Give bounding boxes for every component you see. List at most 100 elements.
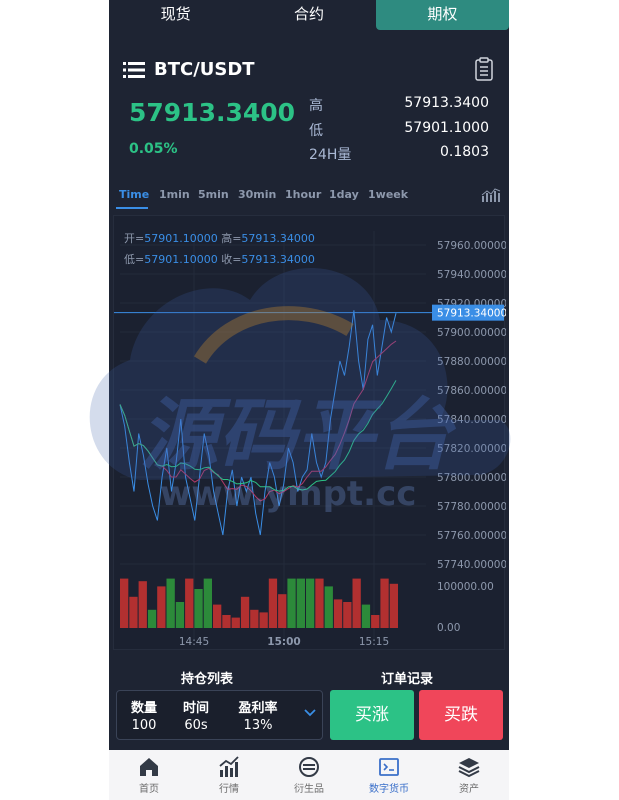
volume-bar (157, 586, 166, 628)
tab-options[interactable]: 期权 (375, 0, 509, 30)
stat-low-value: 57901.1000 (404, 120, 489, 136)
volume-bar (352, 578, 361, 628)
ma-line-2 (119, 380, 397, 492)
volume-bar (231, 617, 240, 628)
price-axis-label: 57960.00000 (437, 240, 506, 252)
volume-bar (315, 578, 324, 628)
price-axis-label: 57780.00000 (437, 501, 506, 513)
legend-high-value: 57913.34000 (241, 232, 315, 245)
nav-digital-currency[interactable]: 数字货币 (349, 750, 429, 800)
volume-axis-label: 0.00 (437, 622, 460, 634)
stat-high-label: 高 (309, 98, 323, 114)
stat-volume-value: 0.1803 (440, 144, 489, 160)
tab-contract[interactable]: 合约 (242, 0, 375, 30)
volume-bar (389, 583, 398, 628)
timeframe-30min[interactable]: 30min (238, 188, 276, 201)
timeframe-bar: Time 1min 5min 30min 1hour 1day 1week (109, 184, 509, 209)
rate-column: 盈利率 13% (229, 697, 287, 733)
nav-assets[interactable]: 资产 (429, 750, 509, 800)
stat-volume-label: 24H量 (309, 147, 352, 163)
time-label: 时间 (182, 701, 209, 716)
buy-up-button[interactable]: 买涨 (330, 690, 414, 740)
volume-bar (240, 596, 250, 628)
price-axis-label: 57940.00000 (437, 269, 506, 281)
last-price: 57913.3400 (129, 98, 296, 127)
price-axis-label: 57820.00000 (437, 443, 506, 455)
nav-home[interactable]: 首页 (109, 750, 189, 800)
volume-bar (268, 578, 278, 628)
time-axis-label: 14:45 (179, 636, 209, 648)
qty-label: 数量 (130, 701, 157, 716)
positions-list-tab[interactable]: 持仓列表 (181, 668, 233, 687)
home-icon (140, 758, 158, 776)
timeframe-time[interactable]: Time (119, 188, 149, 201)
price-axis-label: 57900.00000 (437, 327, 506, 339)
volume-bar (361, 604, 371, 628)
volume-bar (343, 602, 352, 628)
section-headers: 持仓列表 订单记录 (109, 658, 509, 688)
volume-bar (194, 589, 203, 628)
volume-bar (213, 604, 222, 628)
chevron-down-icon[interactable] (303, 708, 317, 718)
list-icon[interactable] (123, 62, 145, 78)
time-axis-label: 15:00 (267, 636, 300, 648)
clipboard-icon[interactable] (473, 57, 495, 81)
layers-icon (458, 758, 480, 778)
volume-bar (147, 609, 157, 628)
derivative-icon (299, 757, 319, 777)
nav-assets-label: 资产 (459, 784, 479, 795)
currency-icon (379, 758, 399, 776)
legend-open-value: 57901.10000 (144, 232, 218, 245)
timeframe-5min[interactable]: 5min (198, 188, 229, 201)
price-axis-label: 57880.00000 (437, 356, 506, 368)
current-price-label: 57913.34000 (437, 308, 506, 320)
order-history-tab[interactable]: 订单记录 (381, 668, 433, 687)
chart-icon (219, 756, 239, 777)
price-change: 0.05% (129, 141, 178, 157)
volume-bar (259, 612, 268, 628)
qty-value: 100 (131, 718, 157, 733)
volume-bar (333, 599, 343, 628)
volume-bar (287, 578, 296, 628)
price-axis-label: 57800.00000 (437, 472, 506, 484)
stat-high-value: 57913.3400 (404, 95, 489, 111)
volume-bar (380, 578, 389, 628)
legend-high-label: 高= (221, 232, 242, 245)
legend-row-2: 低=57901.10000 收=57913.34000 (124, 251, 315, 267)
nav-market[interactable]: 行情 (189, 750, 269, 800)
volume-bar (185, 578, 194, 628)
timeframe-1min[interactable]: 1min (159, 188, 190, 201)
volume-bar (166, 578, 175, 628)
chart-canvas: 57960.0000057940.0000057920.0000057900.0… (114, 231, 506, 648)
legend-close-value: 57913.34000 (241, 253, 315, 266)
bottom-nav: 首页 行情 衍生品 数字货币 资产 (109, 750, 509, 800)
nav-derivatives-label: 衍生品 (294, 784, 324, 795)
legend-row-1: 开=57901.10000 高=57913.34000 (124, 230, 315, 246)
time-value: 60s (184, 718, 208, 733)
rate-label: 盈利率 (238, 701, 278, 716)
timeframe-active-indicator (116, 207, 148, 209)
buy-down-button[interactable]: 买跌 (419, 690, 503, 740)
app-root: 现货 合约 期权 BTC/USDT 57913.3400 0.05% 高 579… (109, 0, 509, 800)
market-tabs: 现货 合约 期权 (109, 0, 509, 30)
volume-bar (175, 602, 185, 628)
tab-spot[interactable]: 现货 (109, 0, 242, 30)
nav-derivatives[interactable]: 衍生品 (269, 750, 349, 800)
chart-type-icon[interactable] (481, 187, 501, 203)
legend-low-value: 57901.10000 (144, 253, 218, 266)
rate-value: 13% (243, 718, 273, 733)
price-axis-label: 57840.00000 (437, 414, 506, 426)
order-settings[interactable]: 数量 100 时间 60s 盈利率 13% (116, 690, 323, 740)
volume-bar (120, 578, 129, 628)
legend-open-label: 开= (124, 232, 145, 245)
qty-column: 数量 100 (123, 697, 165, 733)
timeframe-1hour[interactable]: 1hour (285, 188, 321, 201)
volume-bar (138, 581, 147, 628)
timeframe-1week[interactable]: 1week (368, 188, 408, 201)
time-column: 时间 60s (175, 697, 217, 733)
price-axis-label: 57860.00000 (437, 385, 506, 397)
volume-bar (222, 615, 231, 628)
legend-low-label: 低= (124, 253, 145, 266)
price-chart[interactable]: 57960.00000 57940.00000 57920.00000 57900.0… (113, 215, 506, 650)
timeframe-1day[interactable]: 1day (329, 188, 359, 201)
